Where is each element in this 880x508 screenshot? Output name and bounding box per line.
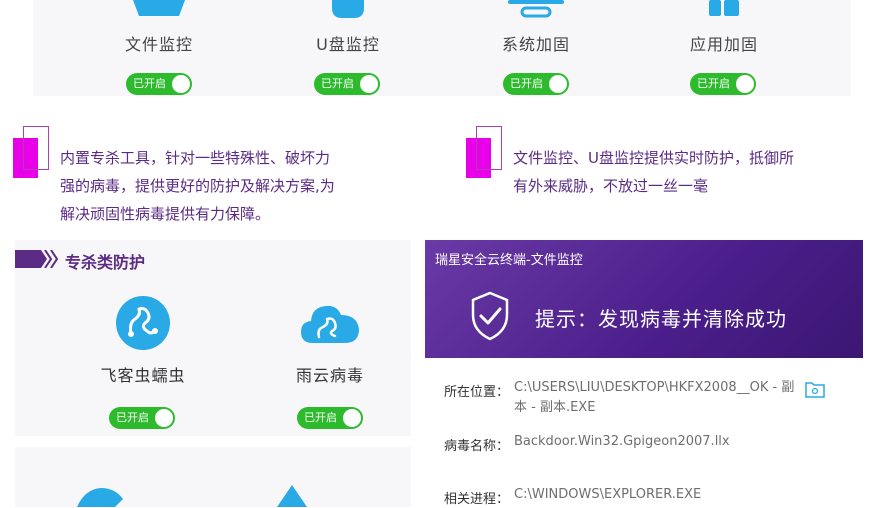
app-harden-icon [709, 0, 739, 16]
file-monitor-label: 文件监控 [124, 35, 193, 54]
callout-marker [13, 126, 53, 182]
system-harden-label: 系统加固 [501, 35, 570, 54]
worm-icon [116, 296, 170, 350]
file-monitor-icon [133, 0, 185, 16]
usb-monitor-toggle[interactable]: 已开启 [314, 73, 380, 95]
partial-icon [77, 488, 123, 507]
alert-window-header: 瑞星安全云终端-文件监控 提示：发现病毒并清除成功 [425, 240, 863, 358]
usb-monitor-item: U盘监控 已开启 [273, 0, 423, 96]
app-harden-label: 应用加固 [689, 35, 758, 54]
partial-icon [277, 485, 307, 507]
file-monitor-toggle[interactable]: 已开启 [126, 73, 192, 95]
section-title: 专杀类防护 [65, 253, 146, 272]
toggle-knob [736, 75, 754, 93]
location-label: 所在位置： [444, 385, 510, 400]
toggle-knob [549, 75, 567, 93]
window-title: 瑞星安全云终端-文件监控 [435, 253, 583, 268]
cloud-virus-label: 雨云病毒 [295, 366, 364, 385]
special-kill-description: 内置专杀工具，针对一些特殊性、破坏力 强的病毒，提供更好的防护及解决方案,为 解… [60, 149, 335, 223]
system-harden-icon [508, 0, 564, 18]
virus-name-value: Backdoor.Win32.Gpigeon2007.llx [514, 434, 730, 449]
section-arrow-icon [15, 250, 59, 268]
alert-details: 所在位置： C:\USERS\LIU\DESKTOP\HKFX2008__OK … [425, 358, 863, 508]
virus-name-label: 病毒名称： [444, 439, 510, 454]
location-value: C:\USERS\LIU\DESKTOP\HKFX2008__OK - 副本 -… [514, 380, 795, 415]
realtime-protection-description: 文件监控、U盘监控提供实时防护，抵御所 有外来威胁，不放过一丝一毫 [513, 149, 794, 195]
callout-marker [466, 126, 506, 182]
system-harden-item: 系统加固 已开启 [461, 0, 611, 96]
cloud-virus-icon [301, 305, 359, 343]
shield-check-icon [471, 291, 509, 341]
app-harden-item: 应用加固 已开启 [649, 0, 799, 96]
open-folder-icon[interactable] [805, 380, 825, 398]
process-value: C:\WINDOWS\EXPLORER.EXE [514, 487, 702, 502]
worm-label: 飞客虫蠕虫 [100, 366, 186, 385]
more-protection-panel [15, 447, 411, 507]
toggle-knob [155, 409, 173, 427]
usb-monitor-label: U盘监控 [316, 35, 380, 54]
toggle-knob [360, 75, 378, 93]
app-harden-toggle[interactable]: 已开启 [690, 73, 756, 95]
cloud-virus-toggle[interactable]: 已开启 [297, 407, 363, 429]
system-harden-toggle[interactable]: 已开启 [503, 73, 569, 95]
special-kill-panel: 专杀类防护 飞客虫蠕虫 已开启 雨云病毒 已开启 [15, 240, 411, 436]
toggle-knob [343, 409, 361, 427]
file-monitor-item: 文件监控 已开启 [84, 0, 234, 96]
toggle-knob [172, 75, 190, 93]
alert-message: 提示：发现病毒并清除成功 [535, 307, 787, 331]
realtime-monitor-panel: 文件监控 已开启 U盘监控 已开启 系统加固 已开启 应用加固 已开启 [33, 0, 851, 96]
worm-toggle[interactable]: 已开启 [109, 407, 175, 429]
process-label: 相关进程： [444, 492, 510, 507]
usb-monitor-icon [332, 0, 364, 18]
